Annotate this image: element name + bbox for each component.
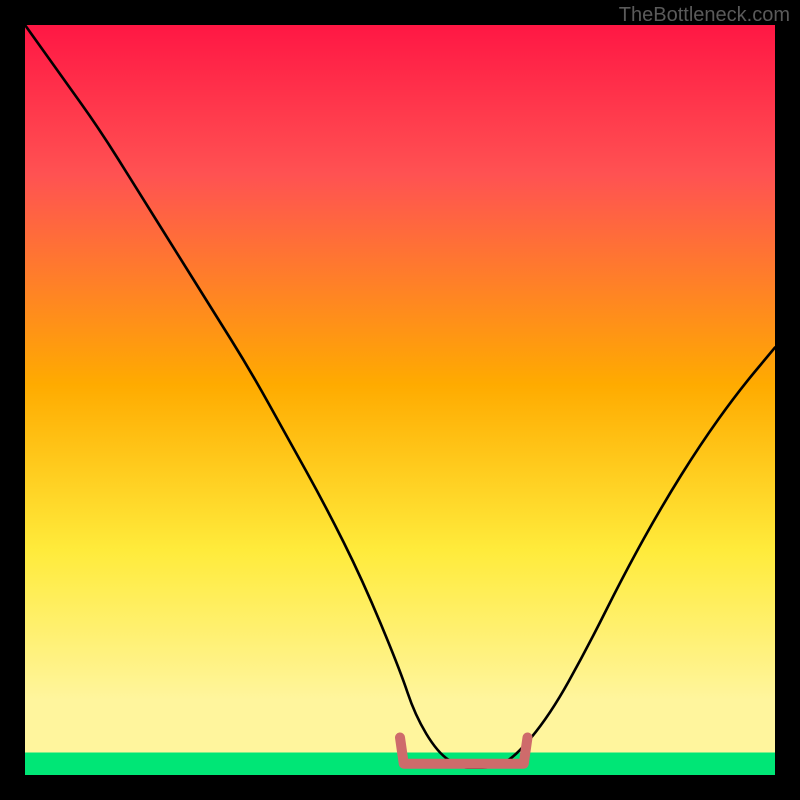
optimal-band-highlight [400,738,528,764]
curve-layer [25,25,775,775]
chart-area [25,25,775,775]
bottleneck-curve [25,25,775,768]
watermark-text: TheBottleneck.com [619,4,790,27]
